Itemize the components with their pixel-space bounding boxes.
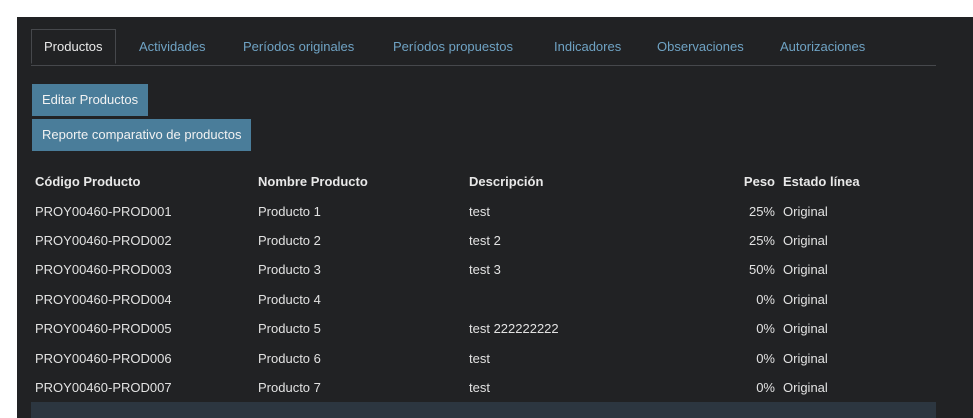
- cell-code: PROY00460-PROD003: [35, 262, 172, 277]
- edit-products-button[interactable]: Editar Productos: [32, 84, 149, 116]
- header-description: Descripción: [469, 174, 544, 189]
- cell-name: Producto 6: [258, 351, 321, 366]
- cell-estado: Original: [783, 321, 828, 336]
- cell-code: PROY00460-PROD006: [35, 351, 172, 366]
- cell-description: test 222222222: [469, 321, 559, 336]
- cell-code: PROY00460-PROD005: [35, 321, 172, 336]
- header-name: Nombre Producto: [258, 174, 368, 189]
- cell-description: test: [469, 351, 490, 366]
- tab-productos[interactable]: Productos: [31, 29, 116, 64]
- tab-periodos-originales[interactable]: Períodos originales: [243, 29, 354, 64]
- cell-peso: 25%: [748, 233, 775, 248]
- tab-actividades[interactable]: Actividades: [139, 29, 205, 64]
- cell-peso: 0%: [756, 321, 775, 336]
- header-peso: Peso: [743, 174, 775, 189]
- cell-name: Producto 3: [258, 262, 321, 277]
- cell-estado: Original: [783, 204, 828, 219]
- cell-description: test: [469, 204, 490, 219]
- cell-estado: Original: [783, 292, 828, 307]
- tab-bar: Productos Actividades Períodos originale…: [31, 29, 936, 66]
- table-row[interactable]: PROY00460-PROD007 Producto 7 test 0% Ori…: [17, 373, 973, 402]
- cell-name: Producto 7: [258, 380, 321, 395]
- table-footer-bar: [31, 402, 936, 418]
- table-row[interactable]: PROY00460-PROD004 Producto 4 0% Original: [17, 285, 973, 314]
- table-header: Código Producto Nombre Producto Descripc…: [17, 167, 973, 196]
- header-estado: Estado línea: [783, 174, 860, 189]
- cell-peso: 0%: [756, 292, 775, 307]
- tab-autorizaciones[interactable]: Autorizaciones: [780, 29, 865, 64]
- cell-name: Producto 2: [258, 233, 321, 248]
- cell-estado: Original: [783, 233, 828, 248]
- cell-description: test 3: [469, 262, 501, 277]
- table-row[interactable]: PROY00460-PROD005 Producto 5 test 222222…: [17, 314, 973, 343]
- tab-observaciones[interactable]: Observaciones: [657, 29, 744, 64]
- cell-description: test: [469, 380, 490, 395]
- cell-estado: Original: [783, 351, 828, 366]
- products-panel: Productos Actividades Períodos originale…: [17, 17, 973, 418]
- cell-code: PROY00460-PROD004: [35, 292, 172, 307]
- cell-description: test 2: [469, 233, 501, 248]
- cell-estado: Original: [783, 262, 828, 277]
- cell-code: PROY00460-PROD007: [35, 380, 172, 395]
- cell-estado: Original: [783, 380, 828, 395]
- tab-indicadores[interactable]: Indicadores: [554, 29, 621, 64]
- cell-name: Producto 4: [258, 292, 321, 307]
- cell-name: Producto 5: [258, 321, 321, 336]
- cell-peso: 0%: [756, 351, 775, 366]
- cell-name: Producto 1: [258, 204, 321, 219]
- header-code: Código Producto: [35, 174, 141, 189]
- cell-peso: 50%: [748, 262, 775, 277]
- table-row[interactable]: PROY00460-PROD006 Producto 6 test 0% Ori…: [17, 344, 973, 373]
- cell-peso: 25%: [748, 204, 775, 219]
- table-row[interactable]: PROY00460-PROD002 Producto 2 test 2 25% …: [17, 226, 973, 255]
- table-row[interactable]: PROY00460-PROD001 Producto 1 test 25% Or…: [17, 197, 973, 226]
- tab-periodos-propuestos[interactable]: Períodos propuestos: [393, 29, 513, 64]
- cell-code: PROY00460-PROD001: [35, 204, 172, 219]
- comparative-report-button[interactable]: Reporte comparativo de productos: [32, 119, 252, 151]
- cell-peso: 0%: [756, 380, 775, 395]
- table-row[interactable]: PROY00460-PROD003 Producto 3 test 3 50% …: [17, 255, 973, 284]
- cell-code: PROY00460-PROD002: [35, 233, 172, 248]
